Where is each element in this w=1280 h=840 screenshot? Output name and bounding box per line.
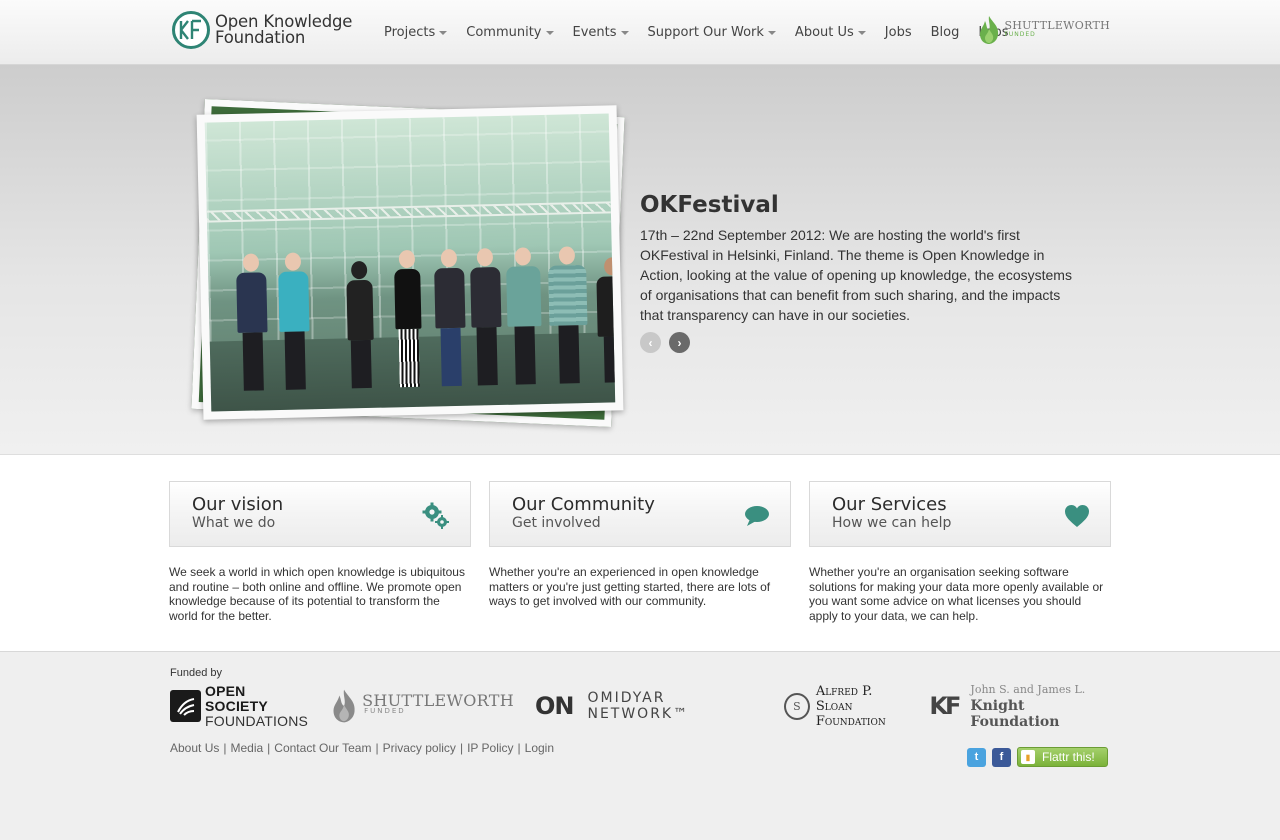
sloan-line1: Alfred P. Sloan bbox=[815, 683, 873, 714]
photo-person bbox=[346, 260, 375, 389]
footer-link-privacy-policy[interactable]: Privacy policy bbox=[383, 741, 456, 755]
nav-item-blog[interactable]: Blog bbox=[931, 25, 960, 40]
omidyar-mark: ON bbox=[534, 692, 574, 720]
shuttleworth-main-text: SHUTTLEWORTH bbox=[362, 691, 514, 710]
caret-down-icon bbox=[767, 31, 776, 35]
photo-person bbox=[596, 257, 616, 383]
nav-item-community[interactable]: Community bbox=[466, 25, 554, 40]
slider-next-button[interactable]: › bbox=[669, 332, 690, 353]
okf-logo-icon bbox=[172, 11, 210, 49]
photo-person bbox=[506, 247, 543, 385]
knight-mark: KF bbox=[929, 692, 961, 720]
funder-logos: OPEN SOCIETY FOUNDATIONS SHUTTLEWORTH FU… bbox=[170, 682, 1110, 730]
osf-line1: OPEN SOCIETY bbox=[205, 682, 268, 714]
footer-link-ip-policy[interactable]: IP Policy bbox=[467, 741, 513, 755]
link-separator: | bbox=[459, 741, 464, 755]
footer-link-login[interactable]: Login bbox=[525, 741, 554, 755]
flattr-icon: ▮ bbox=[1021, 750, 1035, 764]
nav-item-label: Projects bbox=[384, 25, 436, 40]
slider-prev-button[interactable]: ‹ bbox=[640, 332, 661, 353]
photo-person bbox=[434, 248, 467, 387]
services-box-text: Whether you're an organisation seeking s… bbox=[809, 565, 1104, 623]
vision-box-header[interactable]: Our vision What we do bbox=[169, 481, 471, 547]
open-society-logo[interactable]: OPEN SOCIETY FOUNDATIONS bbox=[170, 682, 309, 729]
services-box-header[interactable]: Our Services How we can help bbox=[809, 481, 1111, 547]
nav-item-projects[interactable]: Projects bbox=[384, 25, 448, 40]
footer-link-media[interactable]: Media bbox=[230, 741, 263, 755]
sloan-logo[interactable]: S Alfred P. Sloan Foundation bbox=[783, 683, 909, 729]
footer-link-contact-our-team[interactable]: Contact Our Team bbox=[274, 741, 371, 755]
nav-item-label: Blog bbox=[930, 25, 960, 40]
knight-line1: John S. and James L. bbox=[970, 683, 1086, 696]
hero-body-text: 17th – 22nd September 2012: We are hosti… bbox=[640, 227, 1072, 323]
hero-slider: OKFestival 17th – 22nd September 2012: W… bbox=[0, 65, 1280, 455]
sloan-line2: Foundation bbox=[815, 713, 886, 729]
photo-person bbox=[278, 252, 311, 390]
gears-icon bbox=[422, 502, 449, 529]
osf-swirl-icon bbox=[170, 690, 201, 722]
feature-boxes: Our vision What we do We seek a world in… bbox=[0, 455, 1280, 652]
festival-group-photo bbox=[204, 113, 616, 412]
caret-down-icon bbox=[620, 31, 629, 35]
nav-item-about-us[interactable]: About Us bbox=[795, 25, 866, 40]
nav-item-jobs[interactable]: Jobs bbox=[885, 25, 912, 40]
sloan-seal-icon: S bbox=[783, 692, 810, 720]
community-box-text: Whether you're an experienced in open kn… bbox=[489, 565, 771, 608]
hero-caption: OKFestival 17th – 22nd September 2012: W… bbox=[640, 192, 1080, 353]
link-separator: | bbox=[223, 741, 227, 755]
knight-line2: Knight Foundation bbox=[970, 698, 1060, 730]
link-separator: | bbox=[375, 741, 379, 755]
omidyar-text: OMIDYAR NETWORK™ bbox=[587, 690, 690, 722]
hero-photo bbox=[196, 105, 624, 420]
funded-by-label: Funded by bbox=[170, 667, 222, 679]
knight-logo[interactable]: KF John S. and James L. Knight Foundatio… bbox=[929, 682, 1110, 730]
hero-title: OKFestival bbox=[640, 192, 779, 218]
osf-line2: FOUNDATIONS bbox=[205, 712, 309, 729]
speech-bubble-icon bbox=[745, 506, 769, 526]
twitter-icon[interactable]: t bbox=[967, 747, 986, 767]
site-header: Open Knowledge Foundation Projects Commun… bbox=[0, 0, 1280, 65]
photo-person bbox=[236, 253, 269, 391]
nav-item-events[interactable]: Events bbox=[573, 25, 629, 40]
community-box-header[interactable]: Our Community Get involved bbox=[489, 481, 791, 547]
site-footer: Funded by OPEN SOCIETY FOUNDATIONS SHUTT… bbox=[0, 652, 1280, 840]
nav-item-label: Jobs bbox=[884, 25, 912, 40]
nav-item-label: About Us bbox=[794, 25, 854, 40]
footer-link-about-us[interactable]: About Us bbox=[170, 741, 219, 755]
link-separator: | bbox=[517, 741, 521, 755]
facebook-icon[interactable]: f bbox=[992, 747, 1011, 767]
nav-item-support-our-work[interactable]: Support Our Work bbox=[648, 25, 776, 40]
nav-item-label: Events bbox=[572, 25, 617, 40]
heart-icon bbox=[1065, 505, 1089, 527]
community-box: Our Community Get involved Whether you'r… bbox=[489, 481, 791, 623]
flame-icon bbox=[980, 16, 999, 44]
flame-icon bbox=[333, 689, 355, 723]
caret-down-icon bbox=[857, 31, 866, 35]
omidyar-logo[interactable]: ON OMIDYAR NETWORK™ bbox=[535, 690, 763, 722]
nav-item-label: Support Our Work bbox=[647, 25, 764, 40]
social-links: t f ▮ Flattr this! bbox=[967, 747, 1108, 767]
caret-down-icon bbox=[545, 31, 554, 35]
photo-person bbox=[470, 248, 503, 386]
photo-person bbox=[548, 246, 589, 384]
vision-box: Our vision What we do We seek a world in… bbox=[169, 481, 471, 623]
link-separator: | bbox=[267, 741, 271, 755]
photo-truss bbox=[206, 201, 611, 223]
services-box: Our Services How we can help Whether you… bbox=[809, 481, 1111, 623]
shuttleworth-funded-badge[interactable]: SHUTTLEWORTH FUNDED bbox=[977, 15, 1110, 45]
badge-main-text: SHUTTLEWORTH bbox=[1004, 19, 1110, 32]
logo-text: Open Knowledge Foundation bbox=[215, 13, 352, 47]
vision-box-text: We seek a world in which open knowledge … bbox=[169, 565, 465, 623]
photo-person bbox=[394, 249, 423, 388]
shuttleworth-logo[interactable]: SHUTTLEWORTH FUNDED bbox=[330, 687, 514, 725]
nav-item-label: Community bbox=[466, 25, 542, 40]
site-logo[interactable]: Open Knowledge Foundation bbox=[172, 11, 352, 49]
slider-controls: ‹ › bbox=[640, 332, 1080, 353]
main-nav: Projects Community Events Support Our Work A… bbox=[384, 0, 1028, 65]
flattr-button[interactable]: ▮ Flattr this! bbox=[1017, 747, 1108, 767]
logo-line2: Foundation bbox=[215, 28, 306, 47]
caret-down-icon bbox=[439, 31, 448, 35]
flattr-label: Flattr this! bbox=[1042, 750, 1095, 764]
